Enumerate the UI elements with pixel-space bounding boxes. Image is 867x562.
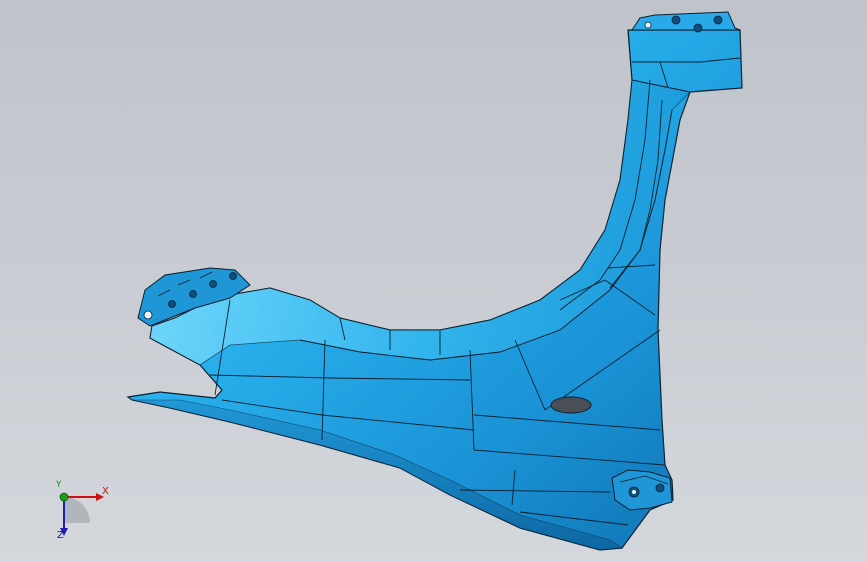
reference-triad <box>59 492 104 536</box>
graphics-viewport[interactable]: X Y Z <box>0 0 867 562</box>
triad-x-label: X <box>102 486 109 497</box>
rear-mounting-bracket[interactable] <box>631 11 741 33</box>
triad-z-label: Z <box>57 530 64 541</box>
triad-y-label: Y <box>56 480 62 490</box>
cad-scene[interactable] <box>0 0 867 562</box>
lower-rear-bracket[interactable] <box>611 469 673 511</box>
side-marker-cutout[interactable] <box>550 396 592 414</box>
